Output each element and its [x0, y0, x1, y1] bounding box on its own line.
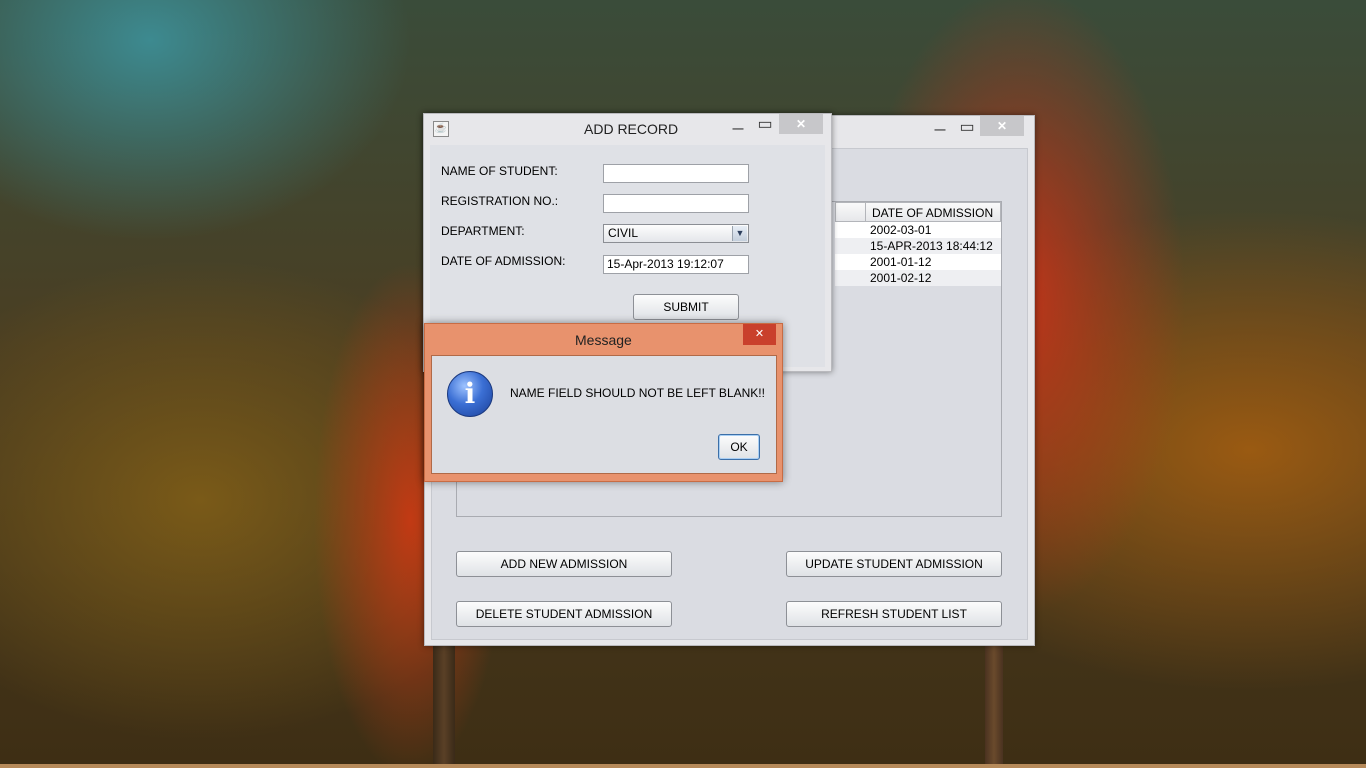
table-row[interactable]: 2001-01-12	[835, 254, 1001, 270]
table-row[interactable]: 2002-03-01	[835, 222, 1001, 238]
table-row[interactable]: 2001-02-12	[835, 270, 1001, 286]
submit-button[interactable]: SUBMIT	[633, 294, 739, 320]
department-selected-value: CIVIL	[608, 226, 639, 240]
update-student-admission-button[interactable]: UPDATE STUDENT ADMISSION	[786, 551, 1002, 577]
table-cell: 2002-03-01	[870, 223, 932, 237]
table-cell: 2001-02-12	[870, 271, 932, 285]
table-cell: 15-APR-2013 18:44:12	[870, 239, 993, 253]
java-icon: ☕	[433, 121, 449, 137]
department-select[interactable]: CIVIL ▼	[603, 224, 749, 243]
add-record-titlebar[interactable]: ☕ ADD RECORD — ▭ ✕	[424, 114, 831, 144]
add-record-title: ADD RECORD	[584, 121, 679, 137]
table-row[interactable]: 15-APR-2013 18:44:12	[835, 238, 1001, 254]
message-body: i NAME FIELD SHOULD NOT BE LEFT BLANK!! …	[431, 355, 777, 474]
name-label: NAME OF STUDENT:	[441, 164, 558, 178]
message-dialog: Message ✕ i NAME FIELD SHOULD NOT BE LEF…	[424, 323, 783, 482]
delete-student-admission-button[interactable]: DELETE STUDENT ADMISSION	[456, 601, 672, 627]
chevron-down-icon[interactable]: ▼	[732, 226, 747, 241]
close-icon[interactable]: ✕	[743, 324, 776, 345]
taskbar	[0, 764, 1366, 768]
registration-field[interactable]	[603, 194, 749, 213]
ok-button[interactable]: OK	[718, 434, 760, 460]
close-icon[interactable]: ✕	[980, 116, 1024, 136]
date-of-admission-field[interactable]: 15-Apr-2013 19:12:07	[603, 255, 749, 274]
minimize-icon[interactable]: —	[930, 120, 950, 140]
department-label: DEPARTMENT:	[441, 224, 525, 238]
info-icon: i	[447, 371, 493, 417]
refresh-student-list-button[interactable]: REFRESH STUDENT LIST	[786, 601, 1002, 627]
minimize-icon[interactable]: —	[728, 119, 748, 139]
column-header-date-of-admission[interactable]: DATE OF ADMISSION	[865, 202, 1001, 222]
table-header-spacer	[835, 202, 866, 222]
table-cell: 2001-01-12	[870, 255, 932, 269]
flower-stem	[985, 640, 1003, 768]
registration-label: REGISTRATION NO.:	[441, 194, 559, 208]
message-text: NAME FIELD SHOULD NOT BE LEFT BLANK!!	[510, 386, 765, 400]
message-title: Message	[575, 332, 632, 348]
maximize-icon[interactable]: ▭	[754, 115, 776, 135]
name-field[interactable]	[603, 164, 749, 183]
add-new-admission-button[interactable]: ADD NEW ADMISSION	[456, 551, 672, 577]
date-of-admission-label: DATE OF ADMISSION:	[441, 254, 566, 268]
maximize-icon[interactable]: ▭	[956, 118, 978, 138]
close-icon[interactable]: ✕	[779, 114, 823, 134]
